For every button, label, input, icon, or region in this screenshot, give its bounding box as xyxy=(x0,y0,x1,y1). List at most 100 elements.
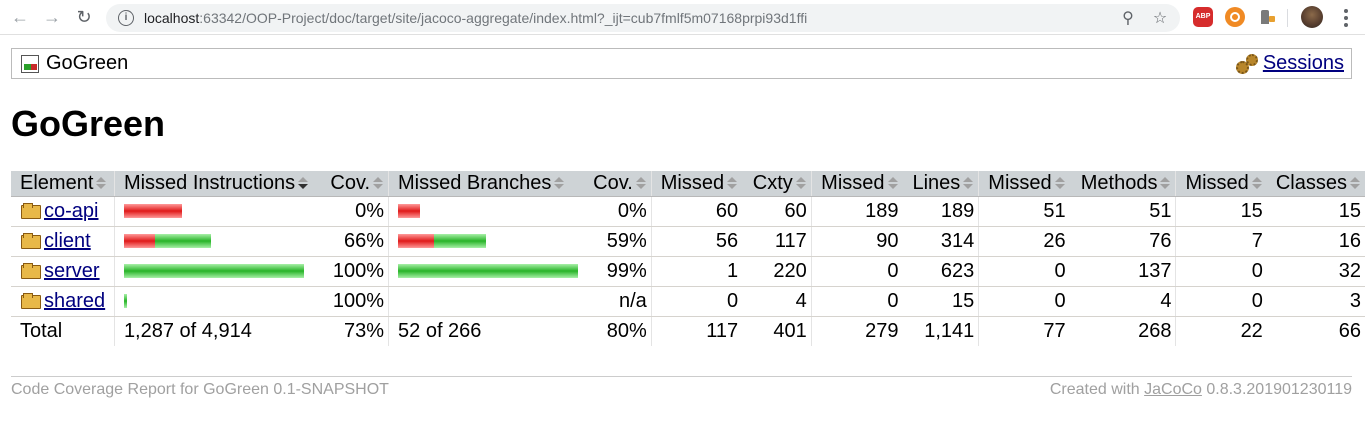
header-branch-coverage[interactable]: Cov. xyxy=(582,171,652,197)
header-instr-coverage[interactable]: Cov. xyxy=(313,171,390,197)
browser-menu-icon[interactable] xyxy=(1336,8,1356,28)
covered-bar xyxy=(398,263,579,278)
lines-cell: 189 xyxy=(902,196,980,227)
total-methods: 268 xyxy=(1069,316,1177,346)
back-arrow-icon[interactable]: ← xyxy=(8,5,32,29)
report-icon xyxy=(21,54,39,73)
total-lines: 1,141 xyxy=(902,316,980,346)
package-link[interactable]: server xyxy=(44,260,100,282)
zoom-icon[interactable]: ⚲ xyxy=(1118,8,1138,28)
header-missed-classes[interactable]: Missed xyxy=(1175,171,1267,197)
ublock-icon[interactable] xyxy=(1225,7,1245,27)
instr-cov-cell: 100% xyxy=(313,286,390,317)
table-header-row: Element Missed Instructions Cov. Missed … xyxy=(11,171,1365,197)
cxty-missed-cell: 1 xyxy=(651,256,743,287)
branch-bar-cell xyxy=(388,196,583,227)
forward-arrow-icon[interactable]: → xyxy=(40,5,64,29)
browser-toolbar: ← → ↻ i localhost:63342/OOP-Project/doc/… xyxy=(0,0,1365,35)
lines-missed-cell: 0 xyxy=(811,286,903,317)
header-element[interactable]: Element xyxy=(11,171,115,197)
lines-missed-cell: 189 xyxy=(811,196,903,227)
branch-bar-cell xyxy=(388,286,583,317)
sort-descending-icon xyxy=(297,176,309,190)
breadcrumb: GoGreen Sessions xyxy=(11,48,1352,79)
element-cell: server xyxy=(11,256,115,287)
header-methods[interactable]: Methods xyxy=(1069,171,1177,197)
address-bar[interactable]: i localhost:63342/OOP-Project/doc/target… xyxy=(106,4,1180,32)
instr-bar-cell xyxy=(114,196,314,227)
methods-missed-cell: 0 xyxy=(978,286,1070,317)
lines-cell: 15 xyxy=(902,286,980,317)
header-missed-branches[interactable]: Missed Branches xyxy=(388,171,583,197)
header-missed-cxty[interactable]: Missed xyxy=(651,171,743,197)
element-cell: client xyxy=(11,226,115,257)
missed-bar xyxy=(123,233,155,248)
jacoco-link[interactable]: JaCoCo xyxy=(1144,381,1202,398)
page-title: GoGreen xyxy=(11,103,166,144)
toolbar-divider xyxy=(1287,9,1288,27)
reload-icon[interactable]: ↻ xyxy=(72,5,96,29)
table-total-row: Total 1,287 of 4,914 73% 52 of 266 80% 1… xyxy=(11,316,1365,346)
classes-cell: 3 xyxy=(1266,286,1365,317)
sort-icon xyxy=(553,176,565,190)
lines-missed-cell: 0 xyxy=(811,256,903,287)
bookmark-star-icon[interactable]: ☆ xyxy=(1150,8,1170,28)
package-folder-icon xyxy=(20,202,42,219)
header-missed-lines[interactable]: Missed xyxy=(811,171,903,197)
package-link[interactable]: client xyxy=(44,230,91,252)
lines-cell: 314 xyxy=(902,226,980,257)
header-lines[interactable]: Lines xyxy=(902,171,980,197)
package-folder-icon xyxy=(20,262,42,279)
classes-missed-cell: 0 xyxy=(1175,286,1267,317)
sort-icon xyxy=(962,176,974,190)
branch-bar-cell xyxy=(388,256,583,287)
info-icon[interactable]: i xyxy=(118,10,134,26)
header-missed-methods[interactable]: Missed xyxy=(978,171,1070,197)
methods-missed-cell: 0 xyxy=(978,256,1070,287)
branch-cov-cell: 99% xyxy=(582,256,652,287)
table-row: server 100% 99% 1 220 0 623 0 137 0 32 xyxy=(11,256,1365,287)
adblock-plus-icon[interactable]: ABP xyxy=(1193,7,1213,27)
instr-bar-cell xyxy=(114,226,314,257)
footer-credit: Created with JaCoCo 0.8.3.201901230119 xyxy=(1049,381,1352,398)
methods-cell: 4 xyxy=(1069,286,1177,317)
profile-avatar[interactable] xyxy=(1301,6,1323,28)
package-link[interactable]: co-api xyxy=(44,200,98,222)
header-classes[interactable]: Classes xyxy=(1266,171,1365,197)
coverage-table: Element Missed Instructions Cov. Missed … xyxy=(11,171,1365,346)
cxty-missed-cell: 0 xyxy=(651,286,743,317)
page-footer: Code Coverage Report for GoGreen 0.1-SNA… xyxy=(11,376,1352,399)
header-missed-instructions[interactable]: Missed Instructions xyxy=(114,171,314,197)
header-cxty[interactable]: Cxty xyxy=(742,171,812,197)
url-text[interactable]: localhost:63342/OOP-Project/doc/target/s… xyxy=(144,10,807,26)
total-classes: 66 xyxy=(1338,319,1361,342)
total-cxty-missed: 117 xyxy=(706,319,739,342)
package-folder-icon xyxy=(20,232,42,249)
methods-cell: 76 xyxy=(1069,226,1177,257)
sessions-link[interactable]: Sessions xyxy=(1263,52,1344,75)
package-link[interactable]: shared xyxy=(44,290,105,312)
cxty-missed-cell: 60 xyxy=(651,196,743,227)
extension-icon[interactable] xyxy=(1257,7,1277,27)
element-cell: shared xyxy=(11,286,115,317)
instr-bar-cell xyxy=(114,256,314,287)
sort-icon xyxy=(1349,176,1361,190)
total-classes-missed: 22 xyxy=(1240,319,1263,342)
covered-bar xyxy=(434,233,487,248)
total-lines-missed: 279 xyxy=(865,319,899,342)
lines-cell: 623 xyxy=(902,256,980,287)
total-label: Total xyxy=(11,316,115,346)
sort-icon xyxy=(795,176,807,190)
branch-cov-cell: 0% xyxy=(582,196,652,227)
methods-missed-cell: 26 xyxy=(978,226,1070,257)
missed-bar xyxy=(398,233,435,248)
classes-missed-cell: 7 xyxy=(1175,226,1267,257)
instr-cov-cell: 100% xyxy=(313,256,390,287)
sessions-link-group[interactable]: Sessions xyxy=(1235,52,1344,75)
footer-report-info: Code Coverage Report for GoGreen 0.1-SNA… xyxy=(11,381,389,398)
cxty-missed-cell: 56 xyxy=(651,226,743,257)
classes-missed-cell: 15 xyxy=(1175,196,1267,227)
sort-icon xyxy=(1054,176,1066,190)
methods-cell: 51 xyxy=(1069,196,1177,227)
sort-icon xyxy=(887,176,899,190)
